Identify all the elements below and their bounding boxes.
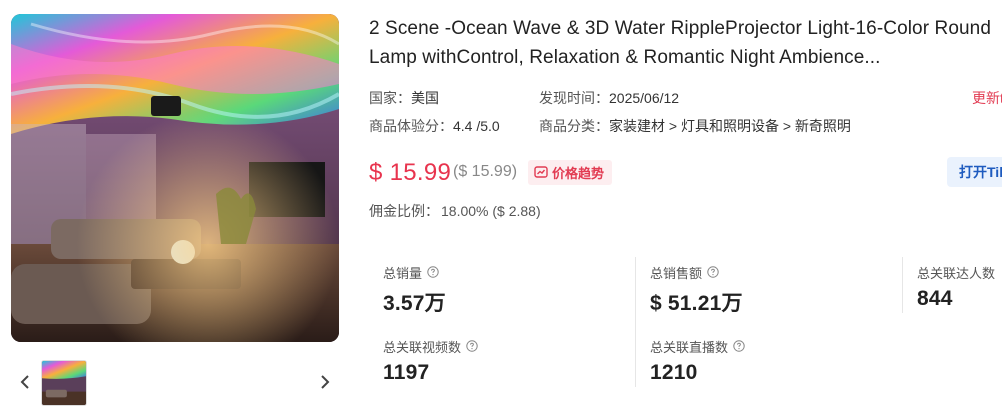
price-trend-label: 价格趋势 [552, 166, 605, 181]
chevron-right-icon[interactable] [315, 370, 335, 394]
stats-grid: 总销量 3.57万 总销售额 $ 51.21万 总关联达人数 844 总关联视频… [369, 257, 1002, 407]
country-label: 国家： [369, 90, 411, 106]
stat-total-livestreams: 总关联直播数 1210 [650, 336, 745, 394]
question-circle-icon[interactable] [427, 266, 439, 278]
price-trend-button[interactable]: 价格趋势 [528, 160, 613, 185]
question-circle-icon[interactable] [733, 340, 745, 352]
stat-total-revenue: 总销售额 $ 51.21万 [650, 262, 743, 320]
thumbnail-carousel [11, 356, 339, 408]
original-price: ($ 15.99) [453, 163, 518, 180]
rating-value: 4.4 /5.0 [453, 118, 500, 134]
commission: 佣金比例： 18.00% ($ 2.88) [369, 201, 541, 221]
chevron-left-icon[interactable] [15, 370, 35, 394]
meta-row-1: 国家：美国 发现时间：2025/06/12 更新t [369, 87, 1002, 115]
stat-value: $ 51.21万 [650, 292, 743, 315]
product-meta: 国家：美国 发现时间：2025/06/12 更新t 商品体验分：4.4 /5.0… [369, 87, 1002, 143]
category-label: 商品分类： [539, 118, 609, 134]
open-tiktok-button[interactable]: 打开Tik [947, 157, 1002, 187]
stat-value: 3.57万 [383, 292, 446, 315]
product-title[interactable]: 2 Scene -Ocean Wave & 3D Water RipplePro… [369, 14, 994, 72]
stats-divider [635, 257, 636, 387]
stat-label-creators: 总关联达人数 [917, 262, 995, 282]
product-detail-page: 2 Scene -Ocean Wave & 3D Water RipplePro… [0, 0, 1002, 414]
update-link[interactable]: 更新t [972, 87, 1002, 109]
category: 商品分类：家装建材 > 灯具和照明设备 > 新奇照明 [539, 115, 851, 137]
stat-total-videos: 总关联视频数 1197 [383, 336, 478, 394]
stat-label-text: 总关联直播数 [650, 339, 729, 355]
found-time-label: 发现时间： [539, 90, 609, 106]
stats-divider [902, 257, 903, 313]
stat-label-text: 总销量 [383, 265, 423, 281]
stat-label-sales: 总销量 [383, 262, 446, 282]
stat-label-livestreams: 总关联直播数 [650, 336, 745, 356]
meta-row-2: 商品体验分：4.4 /5.0 商品分类：家装建材 > 灯具和照明设备 > 新奇照… [369, 115, 1002, 143]
stat-label-text: 总关联视频数 [383, 339, 462, 355]
product-photo [11, 14, 339, 342]
stat-total-creators: 总关联达人数 844 [917, 262, 995, 320]
product-main-image[interactable] [11, 14, 339, 342]
question-circle-icon[interactable] [466, 340, 478, 352]
question-circle-icon[interactable] [707, 266, 719, 278]
thumbnail-image[interactable] [41, 360, 87, 406]
rating-label: 商品体验分： [369, 118, 453, 134]
stat-value: 1210 [650, 361, 698, 384]
category-value[interactable]: 家装建材 > 灯具和照明设备 > 新奇照明 [609, 118, 851, 134]
product-details: 2 Scene -Ocean Wave & 3D Water RipplePro… [369, 14, 1002, 414]
country-value: 美国 [411, 90, 439, 106]
price-row: $ 15.99 ($ 15.99) 价格趋势 打开Tik [369, 157, 1002, 189]
stat-label-videos: 总关联视频数 [383, 336, 478, 356]
commission-label: 佣金比例： [369, 203, 439, 219]
stat-value: 1197 [383, 361, 430, 384]
stat-total-sales: 总销量 3.57万 [383, 262, 446, 320]
price: $ 15.99 [369, 159, 452, 186]
found-time-value: 2025/06/12 [609, 90, 680, 106]
stat-label-text: 总关联达人数 [917, 265, 996, 281]
stat-label-text: 总销售额 [650, 265, 703, 281]
chart-icon [534, 166, 548, 179]
stat-label-revenue: 总销售额 [650, 262, 743, 282]
found-time: 发现时间：2025/06/12 [539, 87, 679, 109]
stat-value: 844 [917, 287, 953, 310]
commission-value: 18.00% ($ 2.88) [441, 203, 541, 219]
